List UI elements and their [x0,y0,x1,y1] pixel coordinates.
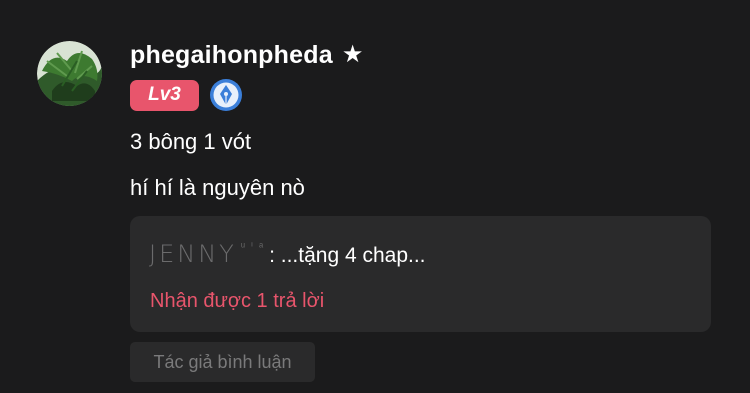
replies-count-link[interactable]: Nhận được 1 trả lời [150,290,324,313]
level-badge: Lv3 [130,79,199,111]
comment-item: phegaihonpheda ★ Lv3 3 bông 1 vót hí hí … [0,0,750,393]
star-icon: ★ [341,41,364,68]
reply-author-suffix: ᵘⁱᵃ [240,241,270,253]
username[interactable]: phegaihonpheda [130,41,333,70]
avatar-image [37,41,102,106]
badges: Lv3 [130,78,243,112]
pen-nib-badge-icon [209,78,243,112]
reply-preview: JENNY ᵘⁱᵃ : ...tặng 4 chap... [149,240,426,268]
author-comments-chip[interactable]: Tác giả bình luận [130,342,315,382]
comment-text-line-2: hí hí là nguyên nò [130,175,305,200]
username-row: phegaihonpheda ★ [130,38,363,72]
comment-text-line-1: 3 bông 1 vót [130,129,252,154]
avatar[interactable] [37,41,102,106]
reply-preview-box[interactable]: JENNY ᵘⁱᵃ : ...tặng 4 chap... Nhận được … [130,216,711,332]
reply-text: ...tặng 4 chap... [274,244,426,267]
reply-author-name: JENNY [149,240,237,268]
